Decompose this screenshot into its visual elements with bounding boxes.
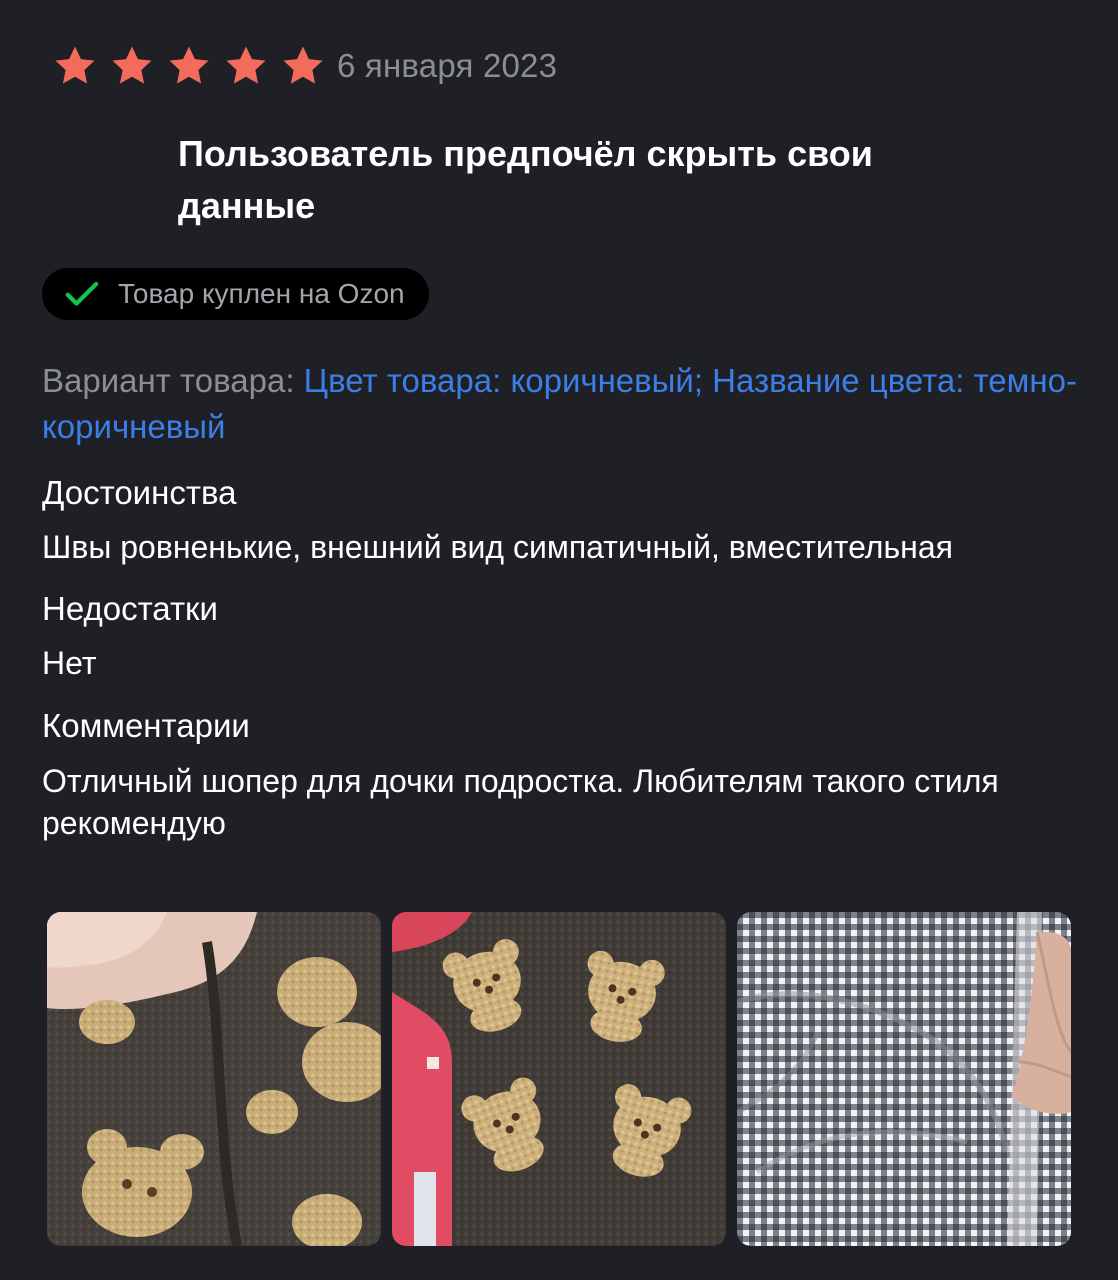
cons-text: Нет (42, 645, 97, 681)
star-icon (109, 43, 155, 89)
star-rating (52, 43, 337, 89)
author-name[interactable]: Пользователь предпочёл скрыть свои данны… (178, 128, 978, 232)
cons-title: Недостатки (42, 590, 218, 627)
star-icon (223, 43, 269, 89)
check-icon (62, 274, 102, 314)
star-icon (166, 43, 212, 89)
comment-title: Комментарии (42, 707, 250, 744)
review-photo-3[interactable] (737, 912, 1071, 1246)
pros-title: Достоинства (42, 474, 237, 511)
review-photo-2[interactable] (392, 912, 726, 1246)
rating-row: 6 января 2023 (52, 40, 557, 92)
review-photos (47, 912, 1082, 1246)
pros-text: Швы ровненькие, внешний вид симпатичный,… (42, 529, 953, 565)
badge-label: Товар куплен на Ozon (118, 278, 405, 309)
variant-label: Вариант товара: (42, 362, 304, 399)
review-date: 6 января 2023 (337, 47, 558, 84)
purchased-badge: Товар куплен на Ozon (42, 268, 429, 320)
comment-text: Отличный шопер для дочки подростка. Люби… (42, 763, 999, 841)
review-photo-1[interactable] (47, 912, 381, 1246)
star-icon (52, 43, 98, 89)
star-icon (280, 43, 326, 89)
review-card: 6 января 2023 Пользователь предпочёл скр… (0, 0, 1118, 1280)
product-variant: Вариант товара: Цвет товара: коричневый;… (42, 358, 1092, 450)
